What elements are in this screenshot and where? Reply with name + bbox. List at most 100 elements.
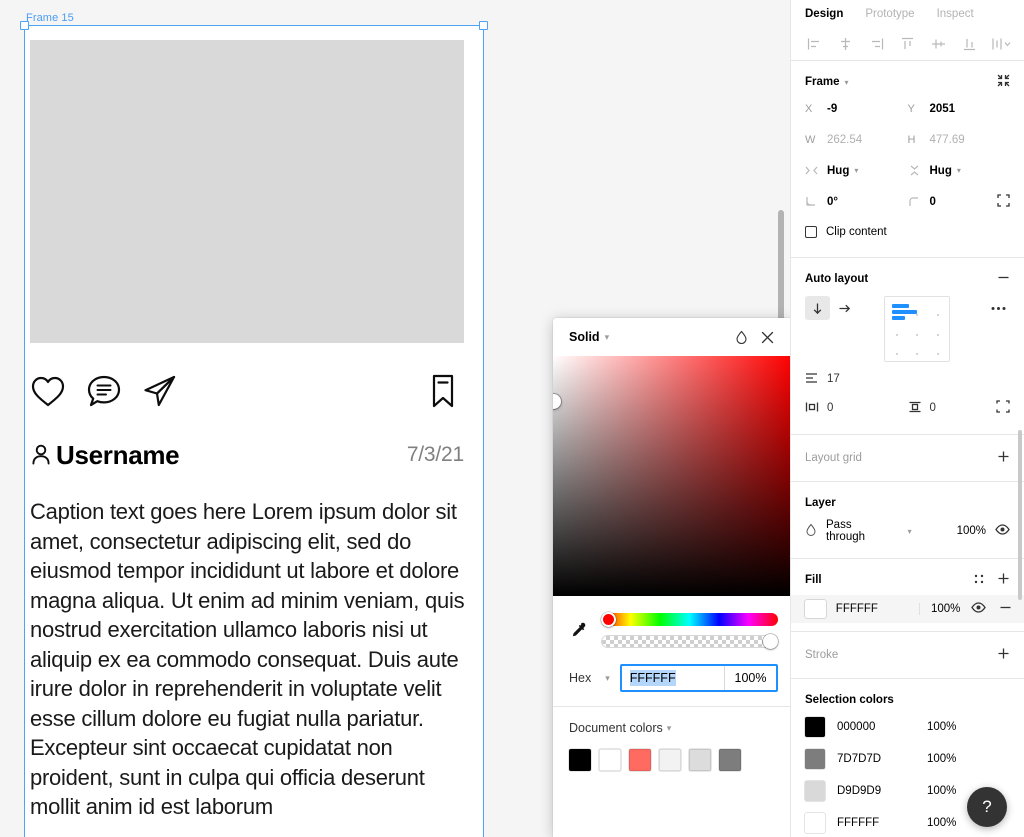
fill-hex-value[interactable]: FFFFFF (836, 603, 919, 615)
blend-mode-icon[interactable] (728, 324, 754, 350)
chevron-down-icon[interactable]: ▾ (605, 332, 610, 343)
corner-radius-field[interactable]: 0 (908, 186, 1011, 217)
hex-input-group[interactable]: FFFFFF 100% (619, 664, 778, 692)
selection-color-hex: D9D9D9 (837, 785, 882, 797)
selection-handle-top-right[interactable] (479, 21, 488, 30)
corner-radius-value: 0 (929, 195, 936, 208)
document-color-swatch[interactable] (659, 749, 681, 771)
chevron-down-icon[interactable]: ▾ (957, 166, 961, 175)
align-top-icon[interactable] (892, 30, 923, 58)
color-picker-mode-label[interactable]: Solid (569, 330, 600, 344)
distribute-icon[interactable] (985, 30, 1016, 58)
h-field[interactable]: H 477.69 (908, 124, 1011, 155)
chevron-down-icon[interactable]: ▾ (605, 673, 610, 684)
rotation-field[interactable]: 0° (805, 186, 908, 217)
saturation-value-area[interactable] (553, 356, 792, 596)
tab-design[interactable]: Design (805, 8, 843, 20)
chevron-down-icon[interactable]: ▾ (667, 723, 672, 734)
frame-section: Frame ▾ X -9 Y 2051 W 262.54 H 477.69 Hu… (791, 61, 1024, 258)
tab-inspect[interactable]: Inspect (937, 8, 974, 20)
independent-corners-icon[interactable] (997, 193, 1010, 210)
tab-prototype[interactable]: Prototype (865, 8, 914, 20)
vertical-padding-field[interactable]: 0 (908, 400, 1011, 416)
hex-opacity-input[interactable]: 100% (724, 666, 776, 690)
selection-color-swatch[interactable] (805, 781, 825, 801)
document-color-swatch[interactable] (719, 749, 741, 771)
vertical-padding-icon (908, 401, 922, 416)
align-left-icon[interactable] (799, 30, 830, 58)
remove-fill-button[interactable] (999, 601, 1012, 617)
bookmark-icon[interactable] (428, 372, 464, 412)
layer-opacity-value[interactable]: 100% (957, 525, 986, 537)
chevron-down-icon[interactable]: ▾ (908, 527, 912, 536)
selection-color-swatch[interactable] (805, 813, 825, 833)
hex-input[interactable]: FFFFFF (622, 666, 724, 690)
fill-styles-icon[interactable] (973, 573, 985, 588)
selection-color-swatch[interactable] (805, 749, 825, 769)
auto-layout-more-options-icon[interactable] (986, 296, 1010, 320)
panel-vertical-scrollbar[interactable] (1018, 430, 1022, 600)
individual-padding-icon[interactable] (996, 400, 1010, 416)
post-image-placeholder[interactable] (30, 40, 464, 343)
auto-layout-alignment-grid[interactable] (884, 296, 950, 362)
add-stroke-button[interactable] (997, 647, 1010, 663)
saturation-value-handle[interactable] (553, 394, 561, 409)
w-field[interactable]: W 262.54 (805, 124, 908, 155)
blend-mode-icon[interactable] (805, 523, 817, 539)
fill-visibility-eye-icon[interactable] (971, 602, 986, 616)
direction-vertical-button[interactable] (805, 296, 830, 320)
selection-color-row[interactable]: 000000 100% (805, 711, 1010, 743)
collapse-frame-icon[interactable] (997, 74, 1010, 90)
selection-color-swatch[interactable] (805, 717, 825, 737)
padding-fields: 0 0 (805, 394, 1010, 422)
eyedropper-icon[interactable] (567, 608, 591, 652)
align-right-icon[interactable] (861, 30, 892, 58)
clip-content-checkbox[interactable] (805, 226, 817, 238)
alpha-slider[interactable] (601, 634, 778, 649)
selection-handle-top-left[interactable] (20, 21, 29, 30)
heart-icon[interactable] (30, 372, 66, 412)
color-picker-header: Solid ▾ (553, 318, 792, 356)
chevron-down-icon[interactable]: ▾ (854, 166, 858, 175)
direction-horizontal-button[interactable] (832, 296, 857, 320)
horizontal-padding-field[interactable]: 0 (805, 401, 908, 416)
fill-opacity-value[interactable]: 100% (918, 603, 965, 615)
document-color-swatch[interactable] (599, 749, 621, 771)
horizontal-padding-icon (805, 401, 819, 416)
resize-height-field[interactable]: Hug ▾ (908, 155, 1011, 186)
selection-color-row[interactable]: 7D7D7D 100% (805, 743, 1010, 775)
w-label: W (805, 133, 816, 146)
share-icon[interactable] (142, 372, 178, 412)
fill-row[interactable]: FFFFFF 100% (791, 595, 1024, 623)
add-fill-button[interactable] (997, 572, 1010, 588)
stroke-title: Stroke (805, 649, 839, 661)
gap-field[interactable]: 17 (805, 364, 1010, 394)
x-field[interactable]: X -9 (805, 93, 908, 124)
add-layout-grid-button[interactable] (997, 450, 1010, 466)
document-color-swatch[interactable] (689, 749, 711, 771)
blend-mode-value[interactable]: Pass through (826, 519, 894, 543)
chevron-down-icon[interactable]: ▾ (845, 78, 849, 87)
remove-auto-layout-button[interactable] (997, 271, 1010, 287)
comment-icon[interactable] (86, 372, 122, 412)
color-picker-popover[interactable]: Solid ▾ Hex ▾ FFFFFF 100% Document color… (553, 318, 792, 837)
alpha-slider-knob[interactable] (763, 634, 778, 649)
clip-content-row[interactable]: Clip content (805, 219, 1010, 245)
align-horizontal-center-icon[interactable] (830, 30, 861, 58)
help-button[interactable]: ? (967, 787, 1007, 827)
align-vertical-center-icon[interactable] (923, 30, 954, 58)
document-color-swatch[interactable] (629, 749, 651, 771)
fill-color-swatch[interactable] (805, 600, 826, 618)
hue-slider-knob[interactable] (601, 611, 616, 627)
frame-name-label[interactable]: Frame 15 (26, 12, 74, 24)
hue-slider[interactable] (601, 611, 778, 627)
align-bottom-icon[interactable] (954, 30, 985, 58)
y-field[interactable]: Y 2051 (908, 93, 1011, 124)
selection-color-opacity: 100% (927, 785, 957, 797)
document-colors-label: Document colors (569, 721, 663, 735)
hex-format-label[interactable]: Hex (569, 671, 591, 685)
document-color-swatch[interactable] (569, 749, 591, 771)
visibility-eye-icon[interactable] (995, 524, 1010, 538)
close-icon[interactable] (754, 324, 780, 350)
resize-width-field[interactable]: Hug ▾ (805, 155, 908, 186)
